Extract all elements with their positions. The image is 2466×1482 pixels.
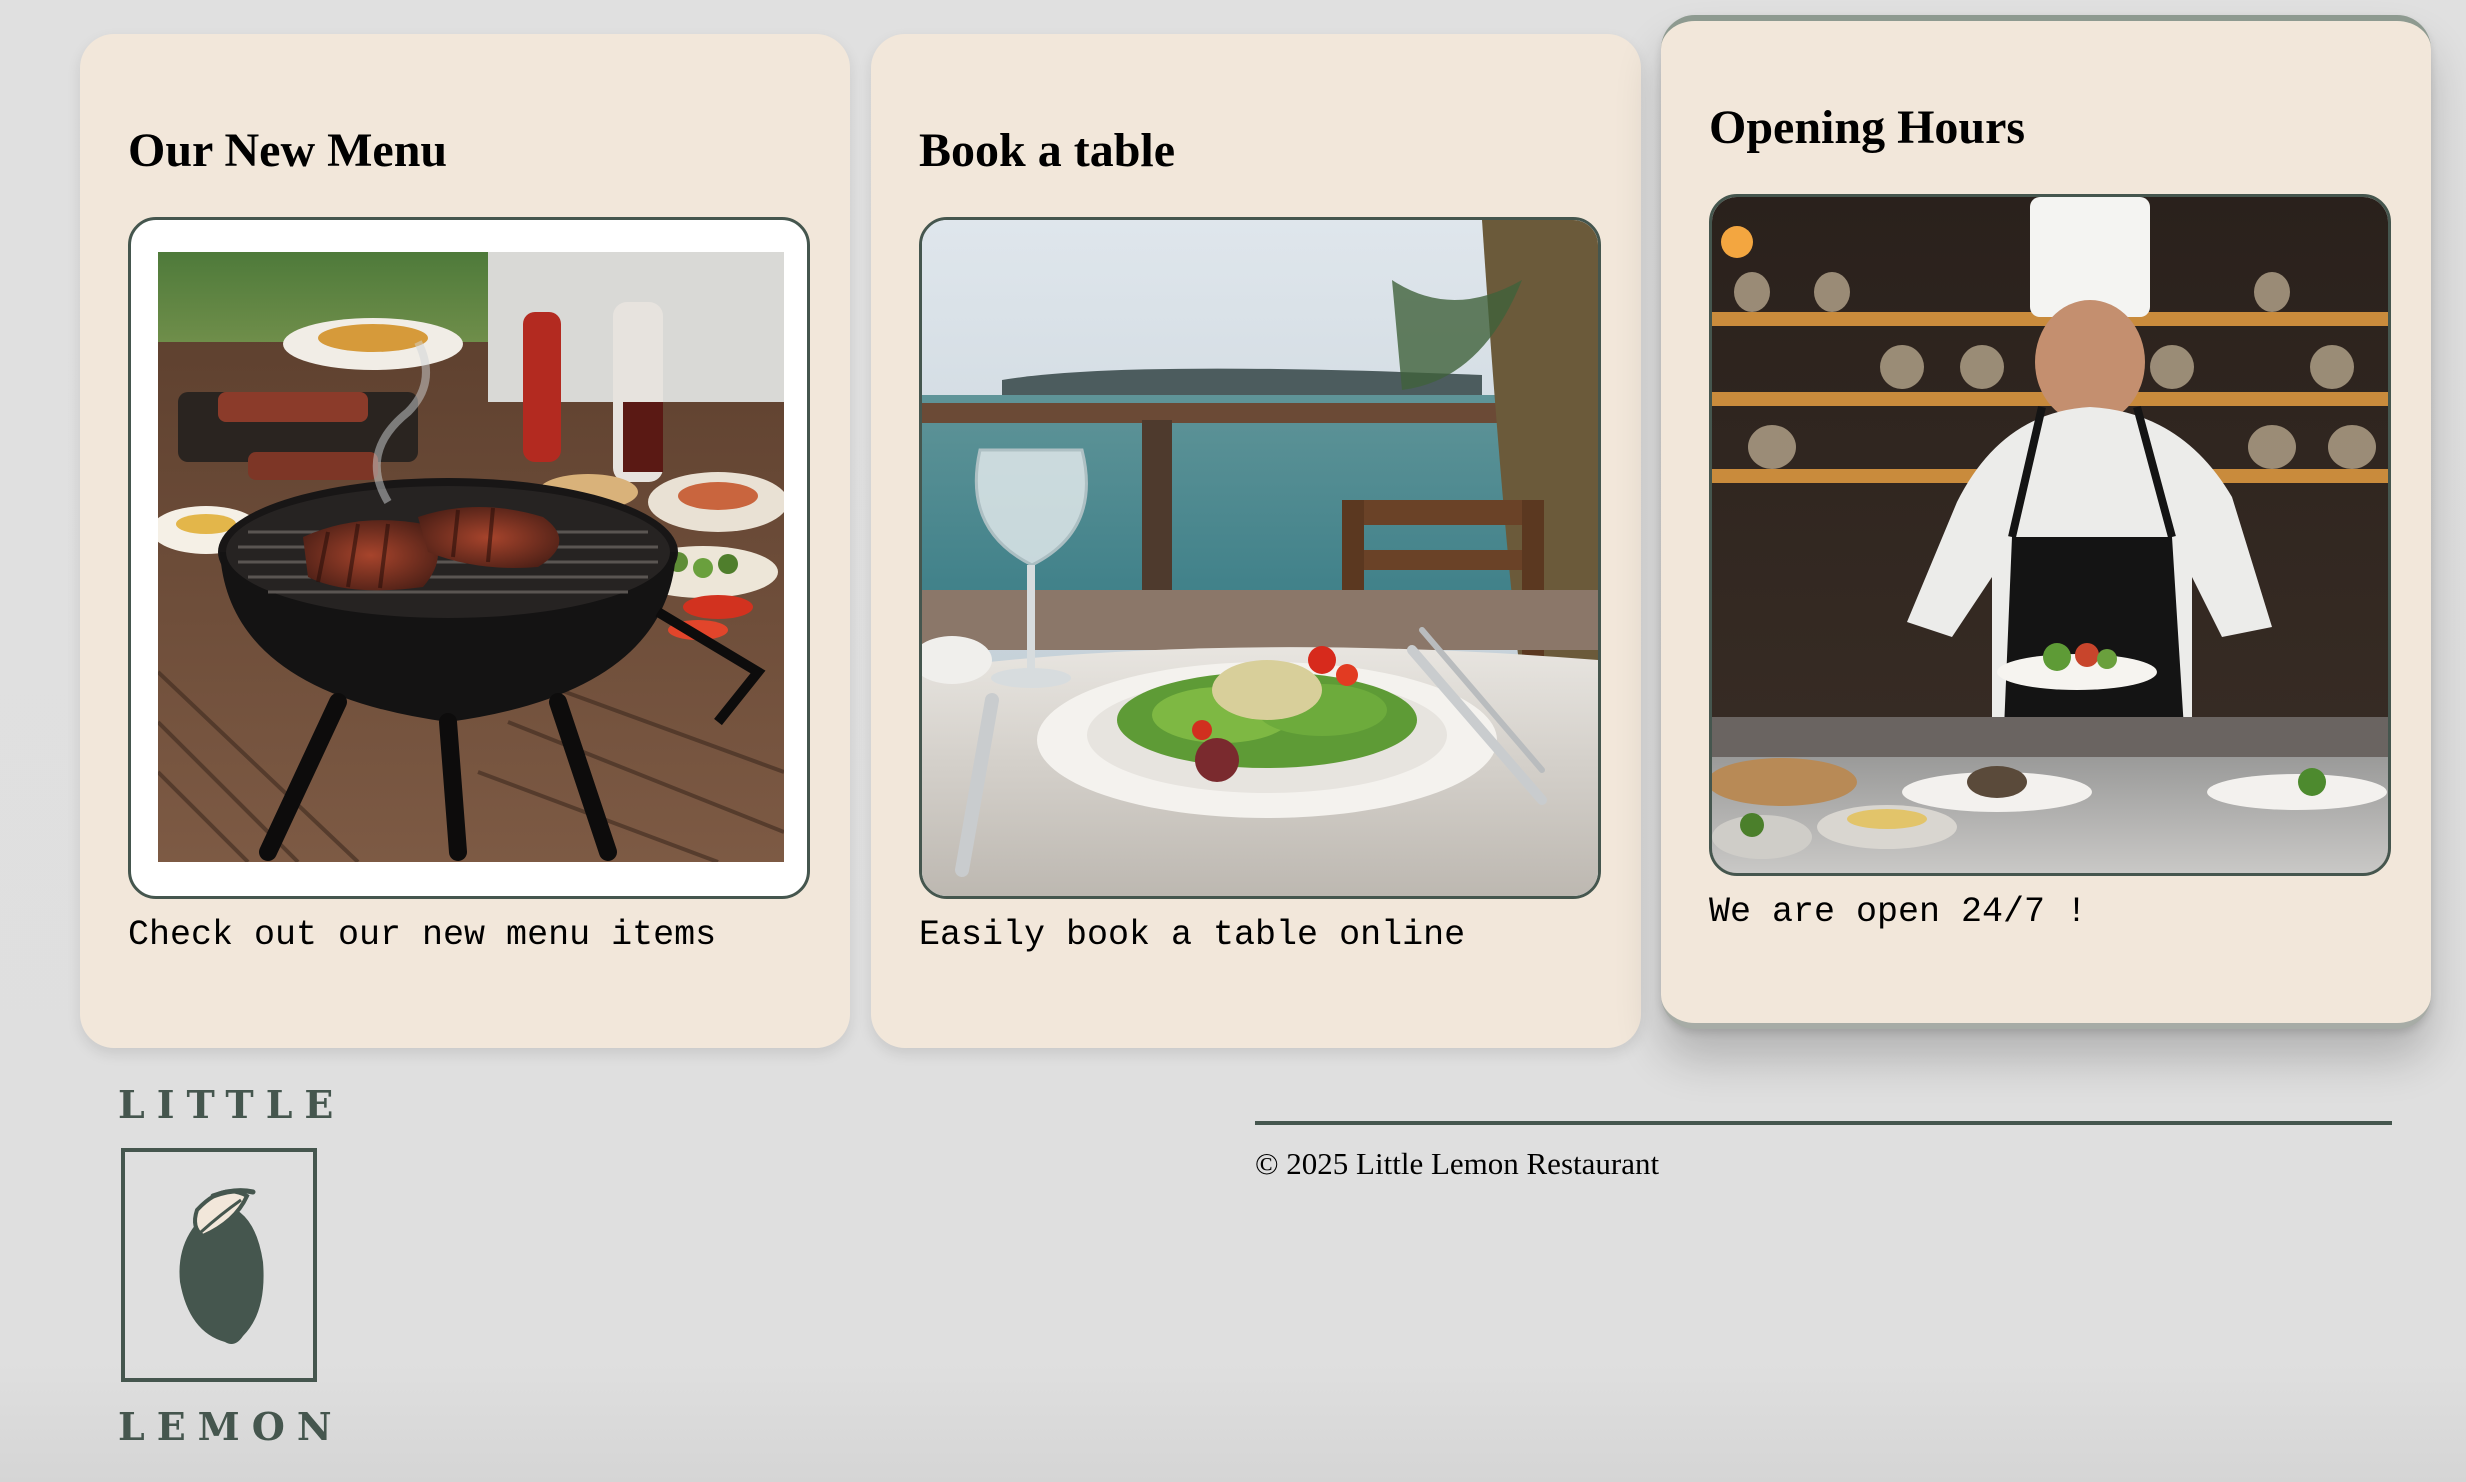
logo-word-little: LITTLE: [118, 1082, 346, 1127]
footer-divider: [1255, 1121, 2392, 1125]
logo-frame: [121, 1148, 317, 1382]
card-opening-hours[interactable]: Opening Hours We are open 24/7 !: [1661, 15, 2431, 1029]
card-book-table[interactable]: Book a table Easily book a table online: [871, 34, 1641, 1048]
card-new-menu[interactable]: Our New Menu Check out our new menu item…: [80, 34, 850, 1048]
card-description: We are open 24/7 !: [1709, 892, 2088, 932]
grill-photo: [128, 217, 810, 899]
logo-word-lemon: LEMON: [118, 1404, 344, 1449]
little-lemon-logo[interactable]: LITTLE LEMON: [118, 1078, 346, 1450]
salad-table-photo: [919, 217, 1601, 899]
card-title: Our New Menu: [128, 124, 448, 177]
card-title: Book a table: [919, 124, 1176, 177]
card-title: Opening Hours: [1709, 101, 2026, 154]
card-description: Check out our new menu items: [128, 915, 717, 955]
card-description: Easily book a table online: [919, 915, 1466, 955]
chef-photo: [1709, 194, 2391, 876]
footer-copyright: © 2025 Little Lemon Restaurant: [1255, 1146, 1660, 1181]
lemon-icon: [179, 1188, 264, 1344]
